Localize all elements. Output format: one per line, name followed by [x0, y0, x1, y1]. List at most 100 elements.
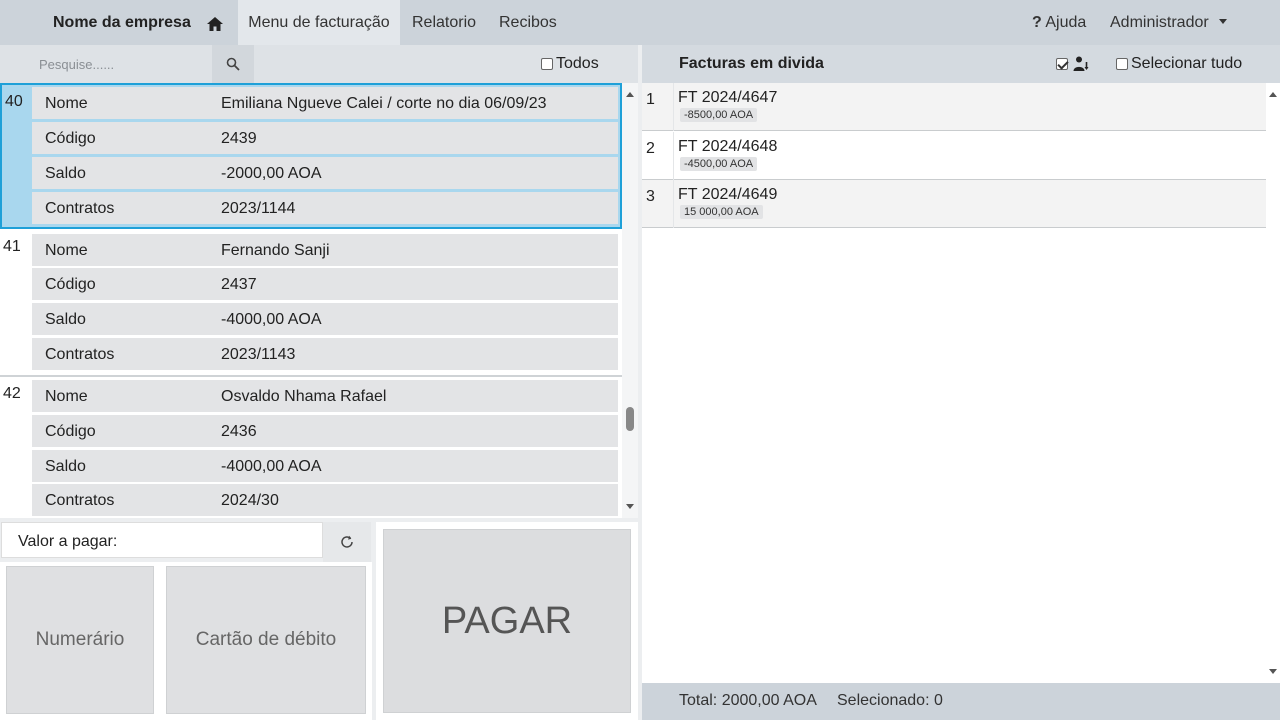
field-value: 2439 [221, 130, 257, 147]
field-value: Emiliana Ngueve Calei / corte no dia 06/… [221, 95, 547, 112]
scroll-down-icon[interactable] [626, 504, 634, 509]
field-value: 2436 [221, 423, 257, 440]
field-value: 2023/1144 [221, 200, 296, 217]
field-value: 2023/1143 [221, 346, 296, 363]
field-label: Nome [45, 242, 88, 259]
field-label: Contratos [45, 200, 115, 217]
invoice-tools [1056, 55, 1090, 73]
field-label: Código [45, 130, 96, 147]
field-value: 2024/30 [221, 492, 279, 509]
field-value: Osvaldo Nhama Rafael [221, 388, 387, 405]
field-label: Saldo [45, 311, 86, 328]
scroll-up-icon[interactable] [1269, 92, 1277, 97]
client-field-name: Nome Fernando Sanji [32, 234, 618, 266]
select-all-checkbox[interactable]: Selecionar tudo [1116, 55, 1242, 73]
client-list: 40 Nome Emiliana Ngueve Calei / corte no … [0, 83, 622, 518]
invoice-title: FT 2024/4647 [678, 89, 778, 106]
client-number: 42 [3, 385, 21, 402]
cash-button[interactable]: Numerário [6, 566, 154, 714]
client-field-contracts: Contratos 2024/30 [32, 484, 618, 516]
search-button[interactable] [212, 45, 254, 83]
client-field-name: Nome Osvaldo Nhama Rafael [32, 380, 618, 412]
invoices-title: Facturas em divida [679, 55, 824, 72]
client-field-contracts: Contratos 2023/1143 [32, 338, 618, 370]
field-label: Nome [45, 95, 88, 112]
refresh-icon [341, 535, 353, 548]
invoice-row[interactable]: 3 FT 2024/4649 15 000,00 AOA [642, 180, 1266, 228]
refresh-button[interactable] [323, 522, 371, 562]
top-navbar: Nome da empresa Menu de facturação Relat… [0, 0, 1280, 45]
client-card[interactable]: 41 Nome Fernando Sanji Código 2437 Saldo -4… [0, 230, 622, 375]
client-field-balance: Saldo -4000,00 AOA [32, 303, 618, 335]
field-value: -4000,00 AOA [221, 311, 322, 328]
client-field-code: Código 2437 [32, 268, 618, 300]
client-field-code: Código 2439 [32, 122, 618, 154]
search-icon [226, 57, 240, 71]
nav-billing-menu[interactable]: Menu de facturação [238, 0, 400, 45]
home-icon[interactable] [203, 12, 227, 36]
amount-label: Valor a pagar: [18, 533, 118, 550]
field-label: Contratos [45, 346, 115, 363]
invoice-summary-bar: Total: 2000,00 AOA Selecionado: 0 [642, 683, 1280, 720]
field-label: Contratos [45, 492, 115, 509]
field-value: 2437 [221, 276, 257, 293]
invoice-title: FT 2024/4649 [678, 186, 778, 203]
invoice-list: 1 FT 2024/4647 -8500,00 AOA 2 FT 2024/46… [642, 83, 1266, 683]
field-label: Saldo [45, 458, 86, 475]
debit-card-button[interactable]: Cartão de débito [166, 566, 366, 714]
client-list-scrollbar[interactable] [622, 83, 638, 518]
search-input[interactable] [0, 45, 212, 83]
user-sort-icon[interactable] [1072, 55, 1090, 73]
client-field-name: Nome Emiliana Ngueve Calei / corte no dia… [32, 87, 618, 119]
scroll-down-icon[interactable] [1269, 669, 1277, 674]
client-field-contracts: Contratos 2023/1144 [32, 192, 618, 224]
scroll-up-icon[interactable] [626, 92, 634, 97]
invoice-number: 1 [646, 91, 655, 108]
select-all-label: Selecionar tudo [1131, 55, 1243, 72]
checked-checkbox[interactable] [1056, 58, 1068, 70]
user-menu[interactable]: Administrador [1110, 14, 1227, 32]
invoices-header: Facturas em divida Selecionar tudo [642, 45, 1280, 83]
client-field-balance: Saldo -2000,00 AOA [32, 157, 618, 189]
client-number: 41 [3, 238, 21, 255]
row-divider [673, 132, 674, 180]
user-name: Administrador [1110, 14, 1209, 31]
client-field-code: Código 2436 [32, 415, 618, 447]
amount-field[interactable]: Valor a pagar: [1, 522, 323, 558]
invoice-row[interactable]: 2 FT 2024/4648 -4500,00 AOA [642, 132, 1266, 180]
client-card[interactable]: 42 Nome Osvaldo Nhama Rafael Código 2436 S… [0, 377, 622, 518]
field-value: -4000,00 AOA [221, 458, 322, 475]
checkbox[interactable] [541, 58, 553, 70]
field-label: Código [45, 423, 96, 440]
checkbox[interactable] [1116, 58, 1128, 70]
all-checkbox[interactable]: Todos [541, 55, 599, 73]
client-card[interactable]: 40 Nome Emiliana Ngueve Calei / corte no … [0, 83, 622, 229]
invoice-row[interactable]: 1 FT 2024/4647 -8500,00 AOA [642, 83, 1266, 131]
help-label: Ajuda [1045, 14, 1087, 31]
caret-down-icon [1218, 19, 1227, 24]
selected-count: Selecionado: 0 [837, 692, 943, 709]
total-amount: Total: 2000,00 AOA [679, 692, 817, 709]
help-link[interactable]: ? Ajuda [1032, 14, 1086, 32]
nav-receipts[interactable]: Recibos [499, 0, 557, 45]
field-label: Código [45, 276, 96, 293]
field-label: Saldo [45, 165, 86, 182]
client-search-bar: Todos [0, 45, 638, 83]
all-label: Todos [556, 55, 599, 72]
invoice-list-scrollbar[interactable] [1266, 83, 1280, 683]
invoice-amount-badge: -4500,00 AOA [680, 157, 758, 171]
nav-report[interactable]: Relatorio [412, 0, 476, 45]
invoice-number: 2 [646, 140, 655, 157]
pay-button[interactable]: PAGAR [383, 529, 631, 713]
company-name[interactable]: Nome da empresa [53, 14, 191, 32]
invoice-amount-badge: 15 000,00 AOA [680, 205, 763, 219]
payment-area: Valor a pagar: Numerário Cartão de débit… [0, 518, 638, 720]
row-divider [673, 180, 674, 228]
field-value: Fernando Sanji [221, 242, 330, 259]
scroll-thumb[interactable] [626, 407, 634, 431]
client-field-balance: Saldo -4000,00 AOA [32, 450, 618, 482]
question-icon: ? [1032, 14, 1042, 31]
client-number: 40 [5, 93, 23, 110]
invoice-number: 3 [646, 188, 655, 205]
invoice-amount-badge: -8500,00 AOA [680, 108, 758, 122]
